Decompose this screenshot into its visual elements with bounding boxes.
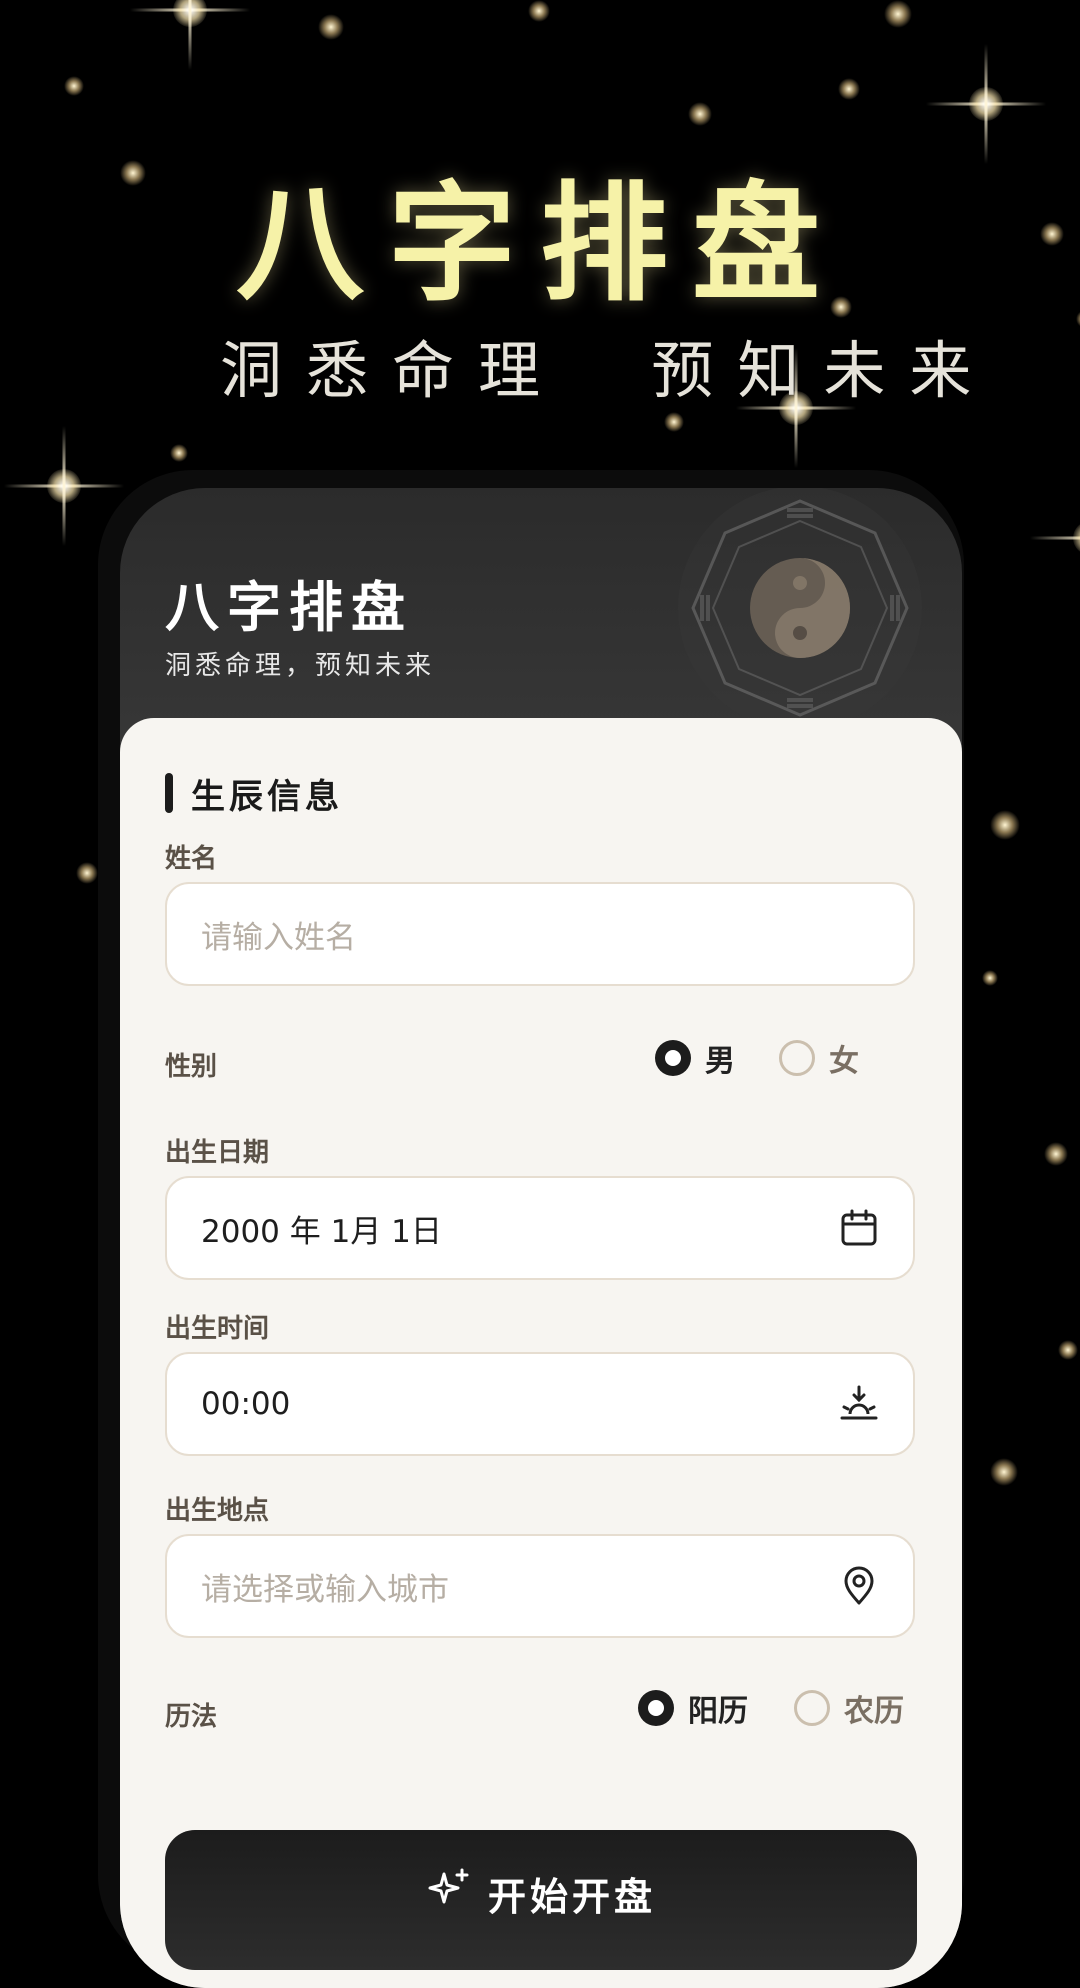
hero-subtitle: 洞悉命理 预知未来 (220, 334, 996, 407)
section-title: 生辰信息 (165, 773, 343, 817)
location-pin-icon (844, 1566, 874, 1605)
calendar-type-label: 历法 (165, 1702, 218, 1732)
calendar-option-lunar[interactable]: 农历 (794, 1686, 904, 1730)
gender-male-label: 男 (705, 1044, 735, 1079)
name-label: 姓名 (165, 844, 218, 874)
name-input[interactable]: 请输入姓名 (165, 882, 915, 986)
birth-date-label: 出生日期 (165, 1138, 270, 1168)
gender-label: 性别 (165, 1052, 218, 1082)
bazi-card: 八字排盘 洞悉命理，预知未来 生辰信息 姓名 请输入姓名 性别 男 女 出生日期… (120, 488, 962, 1988)
radio-unchecked-icon (779, 1040, 815, 1076)
section-bar (165, 773, 173, 813)
birth-time-field[interactable]: 00:00 (165, 1352, 915, 1456)
sunrise-icon (840, 1385, 878, 1420)
gender-female-label: 女 (829, 1044, 859, 1079)
calendar-option-solar[interactable]: 阳历 (638, 1686, 748, 1730)
card-subtitle: 洞悉命理，预知未来 (165, 651, 436, 681)
gender-option-male[interactable]: 男 (655, 1036, 735, 1080)
calendar-radio-group: 阳历 农历 (638, 1686, 904, 1730)
birth-date-value: 2000 年 1月 1日 (201, 1213, 442, 1250)
name-placeholder: 请输入姓名 (201, 919, 356, 956)
sparkle-icon (428, 1868, 469, 1904)
birth-place-label: 出生地点 (165, 1496, 270, 1526)
calendar-solar-label: 阳历 (688, 1694, 748, 1729)
gender-radio-group: 男 女 (655, 1036, 859, 1080)
start-chart-label: 开始开盘 (487, 1875, 656, 1919)
gender-option-female[interactable]: 女 (779, 1036, 859, 1080)
hero-title: 八字排盘 (235, 170, 844, 319)
radio-unchecked-icon (794, 1690, 830, 1726)
card-header: 八字排盘 洞悉命理，预知未来 (120, 488, 962, 730)
birth-place-placeholder: 请选择或输入城市 (201, 1571, 449, 1608)
radio-checked-icon (638, 1690, 674, 1726)
birth-time-label: 出生时间 (165, 1314, 270, 1344)
radio-checked-icon (655, 1040, 691, 1076)
start-chart-button[interactable]: 开始开盘 (165, 1830, 917, 1970)
calendar-icon (841, 1209, 877, 1246)
birth-date-field[interactable]: 2000 年 1月 1日 (165, 1176, 915, 1280)
birth-time-value: 00:00 (201, 1386, 291, 1422)
section-label: 生辰信息 (191, 776, 343, 817)
birth-place-input[interactable]: 请选择或输入城市 (165, 1534, 915, 1638)
yin-yang-bagua-icon (678, 488, 922, 730)
card-title: 八字排盘 (165, 576, 413, 639)
form-panel: 生辰信息 姓名 请输入姓名 性别 男 女 出生日期 2000 年 1月 1日 出… (120, 718, 962, 1988)
calendar-lunar-label: 农历 (844, 1694, 904, 1729)
